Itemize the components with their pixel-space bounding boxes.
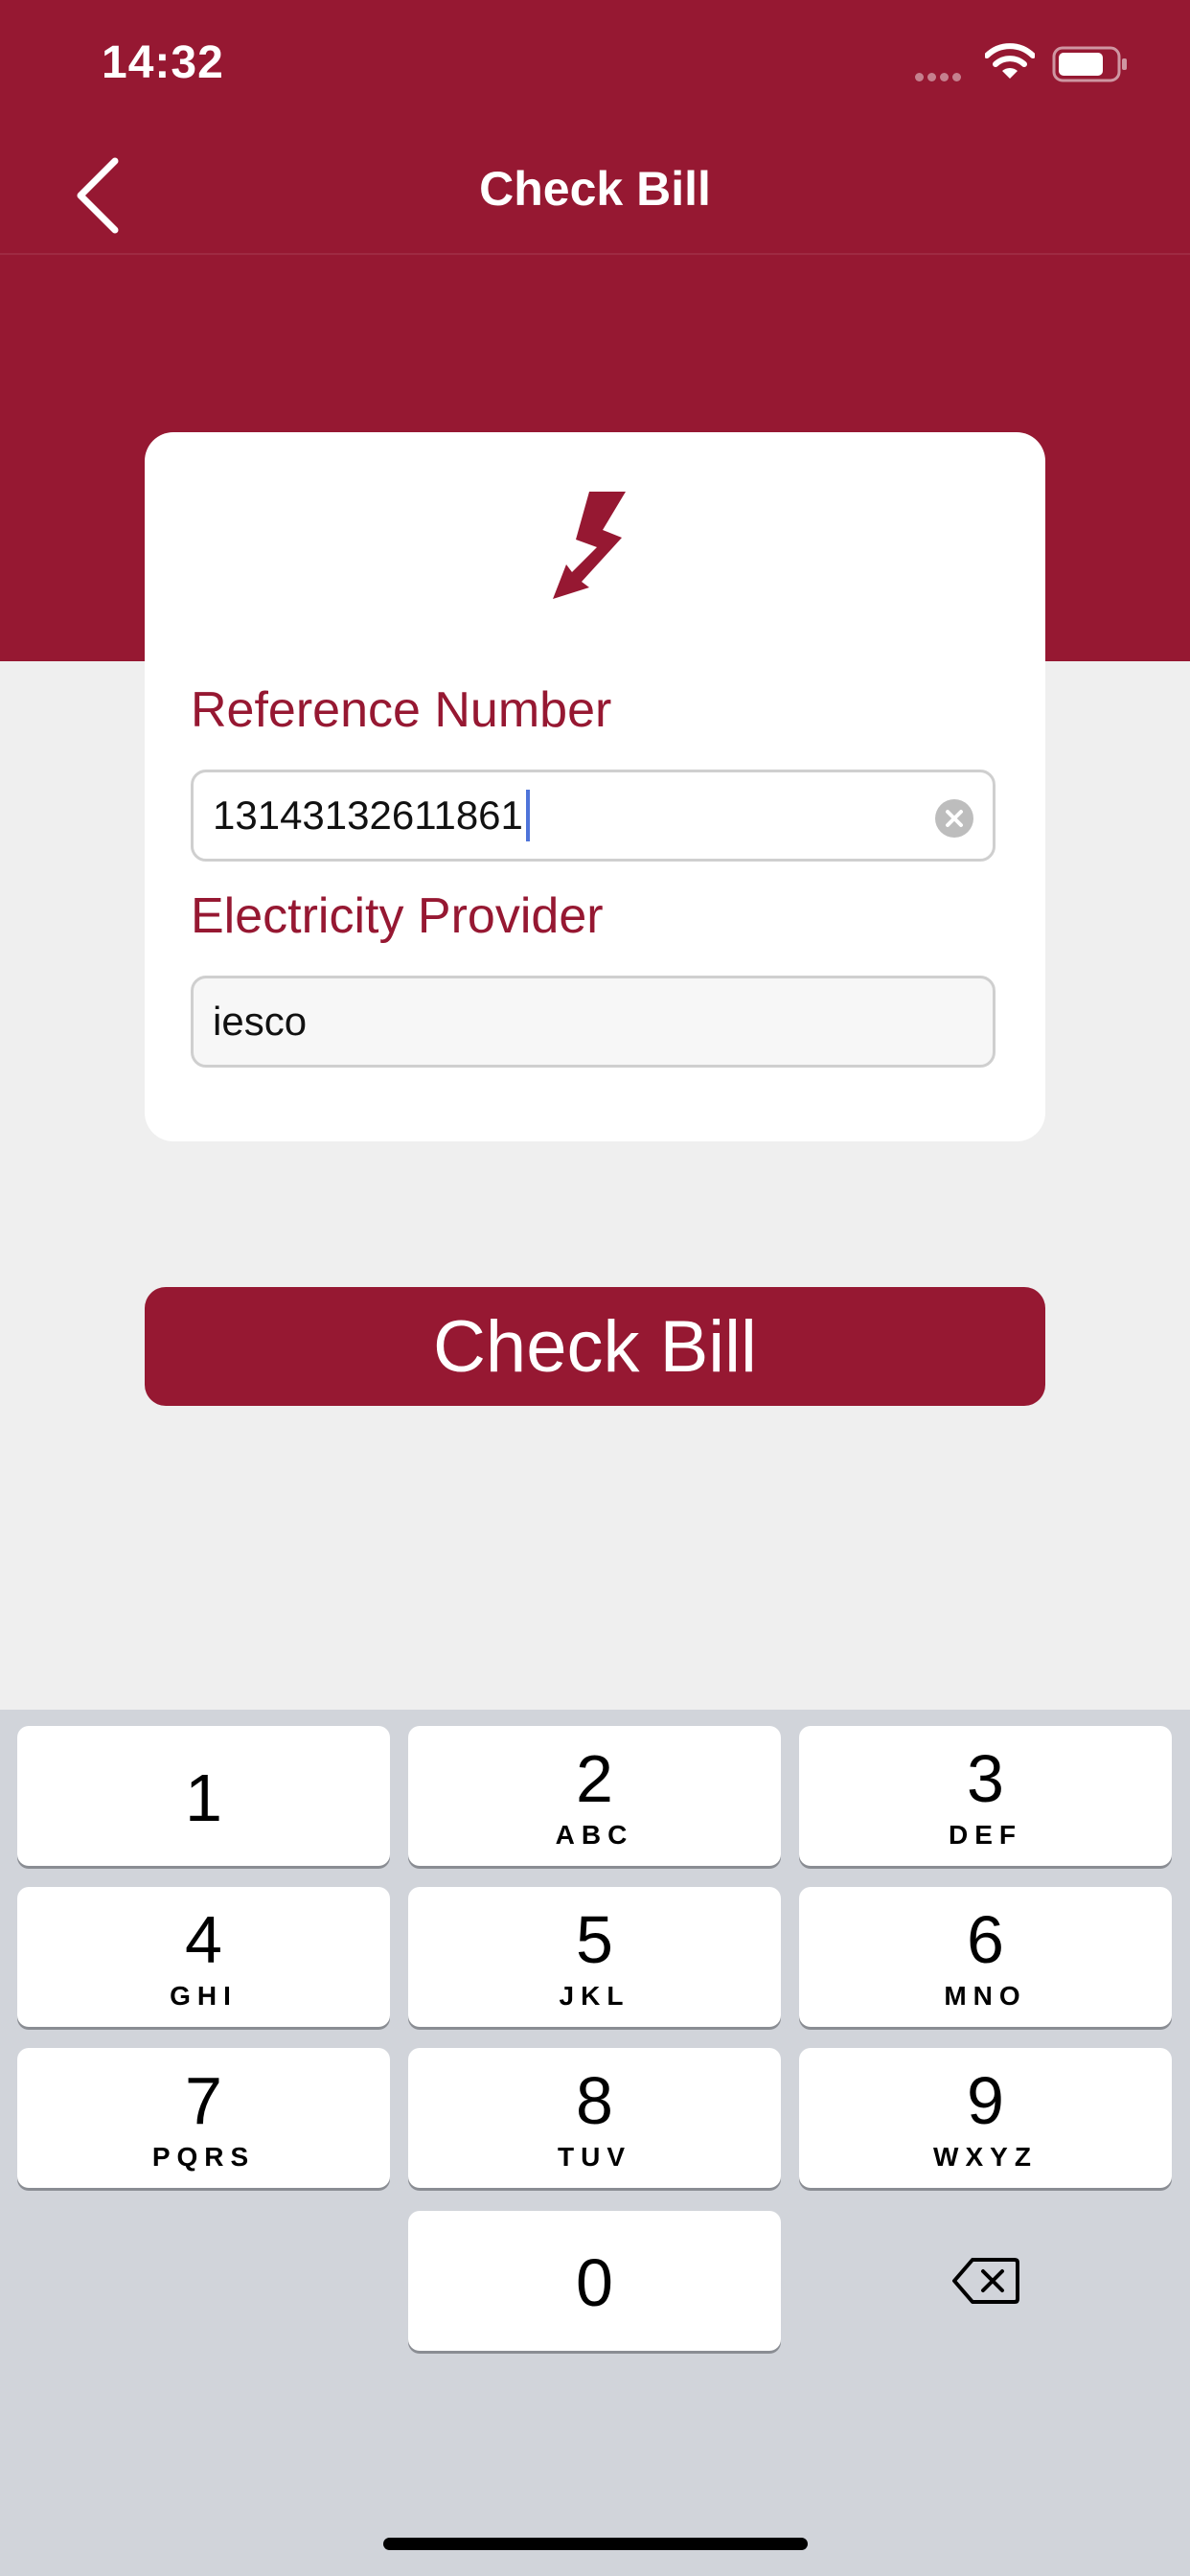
check-bill-button[interactable]: Check Bill [145, 1287, 1045, 1406]
key-3[interactable]: 3 DEF [799, 1726, 1172, 1866]
key-5[interactable]: 5 JKL [408, 1887, 781, 2027]
electricity-provider-value: iesco [213, 999, 308, 1044]
electricity-provider-field[interactable]: iesco [191, 976, 995, 1068]
lightning-bolt-icon [553, 492, 626, 599]
status-time: 14:32 [102, 37, 224, 88]
wifi-icon [985, 43, 1035, 79]
page-title: Check Bill [479, 162, 711, 216]
reference-number-value: 13143132611861 [213, 793, 523, 838]
clear-icon[interactable] [935, 799, 973, 838]
text-caret [525, 790, 530, 841]
delete-key[interactable] [799, 2211, 1172, 2351]
key-0[interactable]: 0 [408, 2211, 781, 2351]
backspace-icon [951, 2258, 1019, 2304]
bill-form-card: Reference Number 13143132611861 Electric… [145, 432, 1045, 1141]
key-7[interactable]: 7 PQRS [17, 2048, 390, 2188]
status-bar: 14:32 [0, 0, 1190, 134]
electricity-provider-label: Electricity Provider [191, 888, 604, 944]
reference-number-input[interactable]: 13143132611861 [191, 770, 995, 862]
navigation-bar: Check Bill [0, 134, 1190, 255]
key-8[interactable]: 8 TUV [408, 2048, 781, 2188]
home-indicator [383, 2538, 808, 2550]
reference-number-label: Reference Number [191, 682, 612, 738]
key-4[interactable]: 4 GHI [17, 1887, 390, 2027]
signal-icon [915, 69, 965, 86]
key-2[interactable]: 2 ABC [408, 1726, 781, 1866]
key-6[interactable]: 6 MNO [799, 1887, 1172, 2027]
close-icon [946, 810, 963, 827]
battery-icon [1052, 46, 1127, 82]
key-9[interactable]: 9 WXYZ [799, 2048, 1172, 2188]
key-1[interactable]: 1 [17, 1726, 390, 1866]
